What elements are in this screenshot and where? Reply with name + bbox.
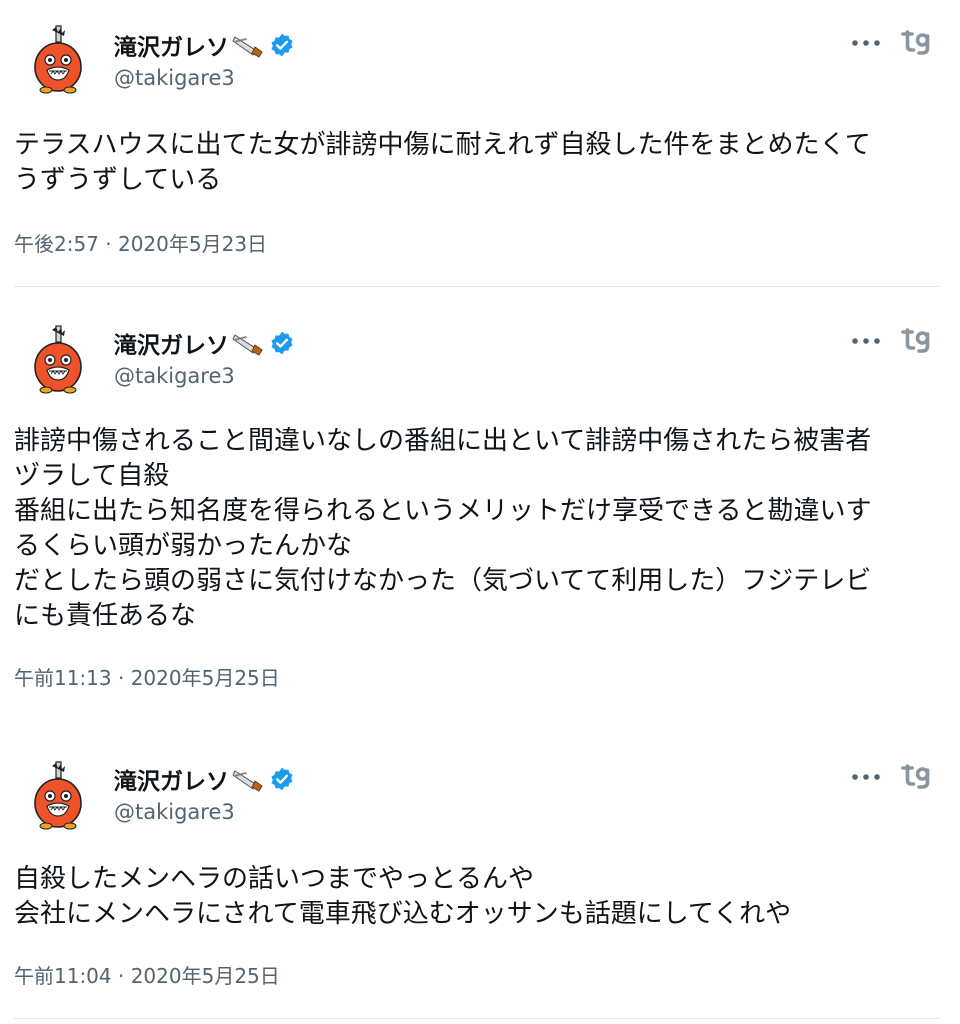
verified-badge-icon	[269, 330, 295, 356]
saw-icon	[231, 32, 265, 58]
author-row: 滝沢ガレソ	[114, 762, 295, 796]
author-row: 滝沢ガレソ	[114, 28, 295, 62]
tweet-text: テラスハウスに出てた女が誹謗中傷に耐えれず自殺した件をまとめたくて うずうずして…	[14, 130, 871, 195]
tweet-timestamp[interactable]: 午前11:04 · 2020年5月25日	[14, 960, 280, 989]
avatar[interactable]	[22, 24, 94, 96]
author-handle[interactable]: @takigare3	[114, 364, 235, 388]
more-options-icon[interactable]	[850, 336, 882, 346]
tg-logo-icon[interactable]	[900, 30, 932, 56]
verified-badge-icon	[269, 32, 295, 58]
tweet-divider	[14, 286, 940, 287]
tweet-divider	[14, 1018, 940, 1019]
tweet-text: 誹謗中傷されること間違いなしの番組に出といて誹謗中傷されたら被害者 ヅラして自殺…	[14, 426, 872, 631]
tweet-text: 自殺したメンヘラの話いつまでやっとるんや 会社にメンヘラにされて電車飛び込むオッ…	[14, 864, 792, 929]
author-name[interactable]: 滝沢ガレソ	[114, 326, 229, 360]
author-name[interactable]: 滝沢ガレソ	[114, 28, 229, 62]
tg-logo-icon[interactable]	[900, 328, 932, 354]
author-handle[interactable]: @takigare3	[114, 800, 235, 824]
author-handle[interactable]: @takigare3	[114, 66, 235, 90]
more-options-icon[interactable]	[850, 38, 882, 48]
avatar[interactable]	[22, 760, 94, 832]
more-options-icon[interactable]	[850, 772, 882, 782]
verified-badge-icon	[269, 766, 295, 792]
avatar[interactable]	[22, 324, 94, 396]
tg-logo-icon[interactable]	[900, 764, 932, 790]
tweet-timestamp[interactable]: 午前11:13 · 2020年5月25日	[14, 662, 280, 691]
author-name[interactable]: 滝沢ガレソ	[114, 762, 229, 796]
saw-icon	[231, 330, 265, 356]
saw-icon	[231, 766, 265, 792]
author-row: 滝沢ガレソ	[114, 326, 295, 360]
tweet-timestamp[interactable]: 午後2:57 · 2020年5月23日	[14, 228, 267, 257]
